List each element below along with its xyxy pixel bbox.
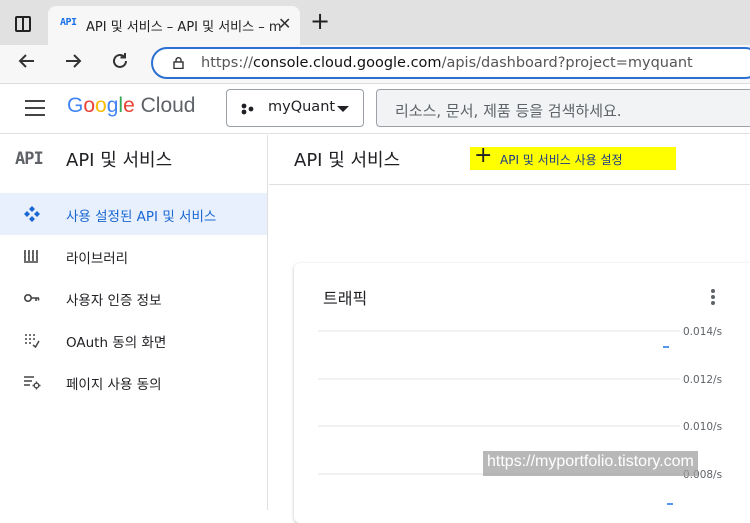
tab-actions-icon[interactable]	[15, 16, 31, 32]
browser-tab[interactable]: API API 및 서비스 – API 및 서비스 – myQuant ✕	[48, 6, 300, 45]
sidebar-item-library[interactable]: 라이브러리	[0, 235, 267, 277]
url-path: /apis/dashboard?project=myquant	[441, 55, 693, 71]
new-tab-button[interactable]: +	[310, 9, 330, 33]
browser-tab-strip: API API 및 서비스 – API 및 서비스 – myQuant ✕ +	[0, 0, 750, 45]
sidebar-item-label: 라이브러리	[66, 251, 129, 267]
forward-arrow-icon[interactable]	[63, 51, 83, 76]
refresh-icon[interactable]	[110, 51, 130, 76]
address-bar[interactable]: https://console.cloud.google.com/apis/da…	[151, 47, 750, 79]
google-cloud-logo[interactable]: Google Cloud	[67, 94, 195, 118]
search-input[interactable]: 리소스, 문서, 제품 등을 검색하세요.	[376, 89, 750, 127]
y-tick-label: 0.014/s	[683, 326, 722, 338]
chevron-down-icon	[337, 106, 349, 112]
menu-icon[interactable]	[25, 100, 45, 116]
traffic-chart: 0.014/s 0.012/s 0.010/s 0.008/s	[318, 326, 722, 505]
page-settings-icon	[24, 376, 41, 390]
library-icon	[24, 250, 38, 263]
sidebar-title: API 및 서비스	[66, 150, 173, 171]
sidebar-item-label: 사용 설정된 API 및 서비스	[66, 209, 217, 225]
oauth-dots-icon	[25, 334, 40, 349]
traffic-card: 트래픽 0.014/s 0.012/s 0.010/s 0.008/s	[294, 263, 750, 523]
page-title: API 및 서비스	[294, 150, 401, 171]
api-favicon-icon: API	[60, 17, 77, 28]
close-icon[interactable]: ✕	[278, 14, 291, 33]
url-scheme: https://	[201, 55, 253, 71]
project-dots-icon	[241, 103, 254, 115]
url-text: https://console.cloud.google.com/apis/da…	[201, 55, 693, 71]
y-tick-label: 0.012/s	[683, 374, 722, 386]
dashboard-icon	[24, 206, 40, 222]
project-name: myQuant	[268, 99, 336, 115]
sidebar-item-enabled-apis[interactable]: 사용 설정된 API 및 서비스	[0, 193, 267, 235]
project-picker[interactable]: myQuant	[226, 89, 364, 127]
api-icon: API	[15, 149, 44, 169]
enable-apis-button[interactable]: + API 및 서비스 사용 설정	[470, 143, 676, 170]
enable-apis-label: API 및 서비스 사용 설정	[500, 153, 623, 167]
watermark: https://myportfolio.tistory.com	[483, 451, 698, 476]
logo-google: Google	[67, 94, 135, 117]
sidebar-item-credentials[interactable]: 사용자 인증 정보	[0, 277, 267, 319]
plus-icon: +	[474, 143, 493, 168]
sidebar-item-label: OAuth 동의 화면	[66, 335, 167, 351]
search-placeholder: 리소스, 문서, 제품 등을 검색하세요.	[395, 102, 622, 120]
tab-title: API 및 서비스 – API 및 서비스 – myQuant	[86, 20, 282, 35]
back-arrow-icon[interactable]	[17, 51, 37, 76]
key-icon	[23, 294, 40, 303]
sidebar-item-page-usage[interactable]: 페이지 사용 동의	[0, 361, 267, 403]
sidebar-item-oauth[interactable]: OAuth 동의 화면	[0, 319, 267, 361]
url-host: console.cloud.google.com	[252, 55, 442, 71]
browser-toolbar: https://console.cloud.google.com/apis/da…	[0, 45, 750, 84]
sidebar: API API 및 서비스 사용 설정된 API 및 서비스 라이브러리 사용자…	[0, 135, 268, 510]
y-tick-label: 0.010/s	[683, 421, 722, 433]
lock-icon[interactable]	[173, 57, 184, 69]
logo-cloud: Cloud	[140, 94, 196, 117]
console-header: Google Cloud myQuant 리소스, 문서, 제품 등을 검색하세…	[0, 84, 750, 134]
sidebar-item-label: 사용자 인증 정보	[66, 293, 162, 309]
sidebar-item-label: 페이지 사용 동의	[66, 377, 162, 393]
main-header: API 및 서비스 + API 및 서비스 사용 설정	[269, 135, 750, 185]
